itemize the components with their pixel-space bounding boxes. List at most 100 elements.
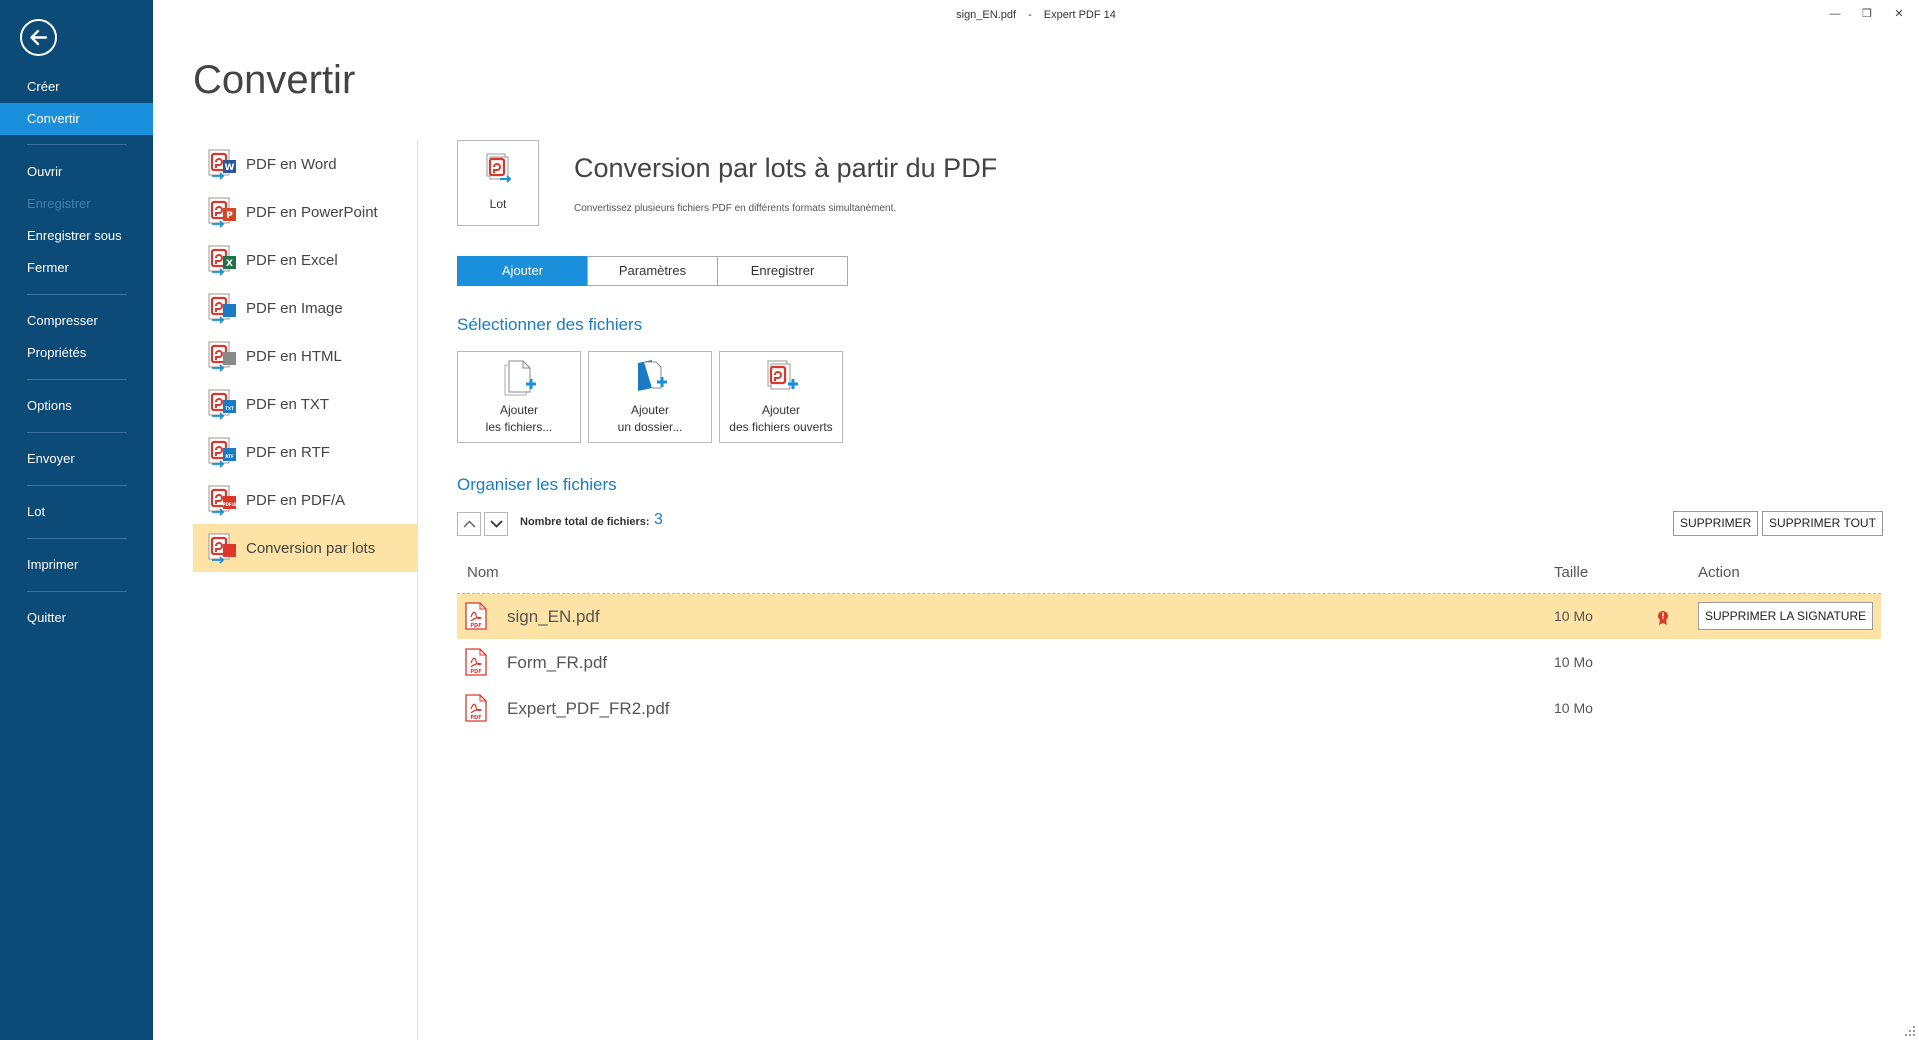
lot-tile[interactable]: Lot <box>457 140 539 226</box>
title-separator: - <box>1028 9 1032 21</box>
add-open-files-button[interactable]: Ajouter des fichiers ouverts <box>719 351 843 443</box>
pdf-file-icon: PDF <box>465 648 487 676</box>
app-name: Expert PDF 14 <box>1043 9 1116 21</box>
column-header-action: Action <box>1698 564 1740 581</box>
format-badge <box>223 352 236 365</box>
option-label: PDF en Image <box>246 299 343 317</box>
signature-warning-icon <box>1658 611 1668 625</box>
move-up-button[interactable] <box>457 512 481 536</box>
option-pdf-to-pdfa[interactable]: PDF/A PDF en PDF/A <box>193 476 417 524</box>
minimize-button[interactable]: — <box>1823 4 1847 24</box>
nav-compresser[interactable]: Compresser <box>0 305 153 337</box>
close-button[interactable]: ✕ <box>1887 4 1911 24</box>
nav-options[interactable]: Options <box>0 390 153 422</box>
file-name: sign_EN.pdf <box>507 607 600 626</box>
delete-button[interactable]: SUPPRIMER <box>1673 511 1759 536</box>
content-title: Conversion par lots à partir du PDF <box>574 153 998 183</box>
pdf-file-icon: PDF <box>465 602 487 630</box>
option-pdf-to-word[interactable]: W PDF en Word <box>193 140 417 188</box>
add-files-icon <box>504 360 536 396</box>
nav-fermer[interactable]: Fermer <box>0 252 153 284</box>
window-title: sign_EN.pdf - Expert PDF 14 <box>153 9 1919 21</box>
column-header-size[interactable]: Taille <box>1554 564 1588 581</box>
total-files-count: 3 <box>654 511 663 528</box>
chevron-down-icon <box>490 520 503 528</box>
svg-text:PDF: PDF <box>470 623 481 629</box>
add-open-files-icon <box>767 360 798 390</box>
file-size: 10 Mo <box>1554 654 1593 670</box>
add-open-files-label: Ajouter des fichiers ouverts <box>729 403 833 434</box>
nav-ouvrir[interactable]: Ouvrir <box>0 156 153 188</box>
restore-button[interactable]: ❐ <box>1855 4 1879 24</box>
nav-separator <box>27 591 127 592</box>
nav-separator <box>27 538 127 539</box>
format-badge: W <box>223 160 236 173</box>
remove-signature-button[interactable]: SUPPRIMER LA SIGNATURE <box>1698 602 1874 630</box>
nav-quitter[interactable]: Quitter <box>0 602 153 634</box>
move-down-button[interactable] <box>484 512 508 536</box>
add-folder-label: Ajouter un dossier... <box>617 403 683 434</box>
arrow-left-icon <box>30 29 48 46</box>
option-pdf-to-powerpoint[interactable]: P PDF en PowerPoint <box>193 188 417 236</box>
column-header-name[interactable]: Nom <box>467 564 499 581</box>
convert-options-list: W PDF en Word P PDF en PowerPoint X PDF … <box>193 140 417 572</box>
add-folder-button[interactable]: Ajouter un dossier... <box>588 351 712 443</box>
tab-ajouter[interactable]: Ajouter <box>457 256 588 286</box>
resize-grip-icon[interactable] <box>1902 1023 1916 1037</box>
format-badge: PDF/A <box>223 496 237 509</box>
nav-enregistrer: Enregistrer <box>27 196 91 211</box>
option-pdf-to-txt[interactable]: TXT PDF en TXT <box>193 380 417 428</box>
nav-enregistrer-sous[interactable]: Enregistrer sous <box>0 220 153 252</box>
content-description: Convertissez plusieurs fichiers PDF en d… <box>574 203 897 214</box>
pdf-to-image-icon <box>207 292 237 324</box>
svg-text:PDF: PDF <box>470 669 481 675</box>
nav-convertir[interactable]: Convertir <box>0 103 153 135</box>
nav-envoyer[interactable]: Envoyer <box>0 443 153 475</box>
nav-separator <box>27 485 127 486</box>
delete-all-button[interactable]: SUPPRIMER TOUT <box>1762 511 1883 536</box>
option-label: PDF en PDF/A <box>246 491 346 509</box>
option-pdf-to-image[interactable]: PDF en Image <box>193 284 417 332</box>
format-badge: RTF <box>223 448 236 461</box>
pdf-to-pdfa-icon: PDF/A <box>207 484 237 516</box>
pdf-file-icon: PDF <box>465 694 487 722</box>
file-size: 10 Mo <box>1554 608 1593 624</box>
option-label: PDF en Excel <box>246 251 338 269</box>
add-files-label: Ajouter les fichiers... <box>485 403 553 434</box>
pdf-to-html-icon <box>207 340 237 372</box>
file-size: 10 Mo <box>1554 700 1593 716</box>
option-pdf-to-rtf[interactable]: RTF PDF en RTF <box>193 428 417 476</box>
table-row[interactable]: PDF Expert_PDF_FR2.pdf 10 Mo <box>457 686 1881 731</box>
format-badge: TXT <box>223 400 236 413</box>
format-badge <box>223 304 236 317</box>
pdf-to-word-icon: W <box>207 148 237 180</box>
add-files-button[interactable]: Ajouter les fichiers... <box>457 351 581 443</box>
add-folder-icon <box>638 360 667 391</box>
document-filename: sign_EN.pdf <box>956 9 1017 21</box>
option-pdf-to-excel[interactable]: X PDF en Excel <box>193 236 417 284</box>
nav-creer[interactable]: Créer <box>0 71 153 103</box>
tab-enregistrer[interactable]: Enregistrer <box>717 256 848 286</box>
format-badge-text: PDF/A <box>223 502 237 507</box>
nav-separator <box>27 432 127 433</box>
file-name: Form_FR.pdf <box>507 653 608 672</box>
lot-label: Lot <box>489 197 507 211</box>
table-row[interactable]: PDF sign_EN.pdf 10 Mo SUPPRIMER LA SIGNA… <box>457 594 1881 639</box>
svg-text:PDF: PDF <box>470 715 481 721</box>
table-row[interactable]: PDF Form_FR.pdf 10 Mo <box>457 640 1881 685</box>
file-name: Expert_PDF_FR2.pdf <box>507 699 670 718</box>
format-badge: X <box>223 256 236 269</box>
format-badge-text: TXT <box>225 406 234 411</box>
nav-lot[interactable]: Lot <box>0 496 153 528</box>
option-batch-conversion[interactable]: Conversion par lots <box>193 524 417 572</box>
page-title: Convertir <box>193 58 356 102</box>
nav-imprimer[interactable]: Imprimer <box>0 549 153 581</box>
nav-separator <box>27 294 127 295</box>
chevron-up-icon <box>463 520 476 528</box>
tab-parametres[interactable]: Paramètres <box>587 256 718 286</box>
format-badge-text: X <box>226 259 233 269</box>
nav-proprietes[interactable]: Propriétés <box>0 337 153 369</box>
option-label: PDF en TXT <box>246 395 330 413</box>
option-pdf-to-html[interactable]: PDF en HTML <box>193 332 417 380</box>
back-button[interactable] <box>20 19 57 56</box>
